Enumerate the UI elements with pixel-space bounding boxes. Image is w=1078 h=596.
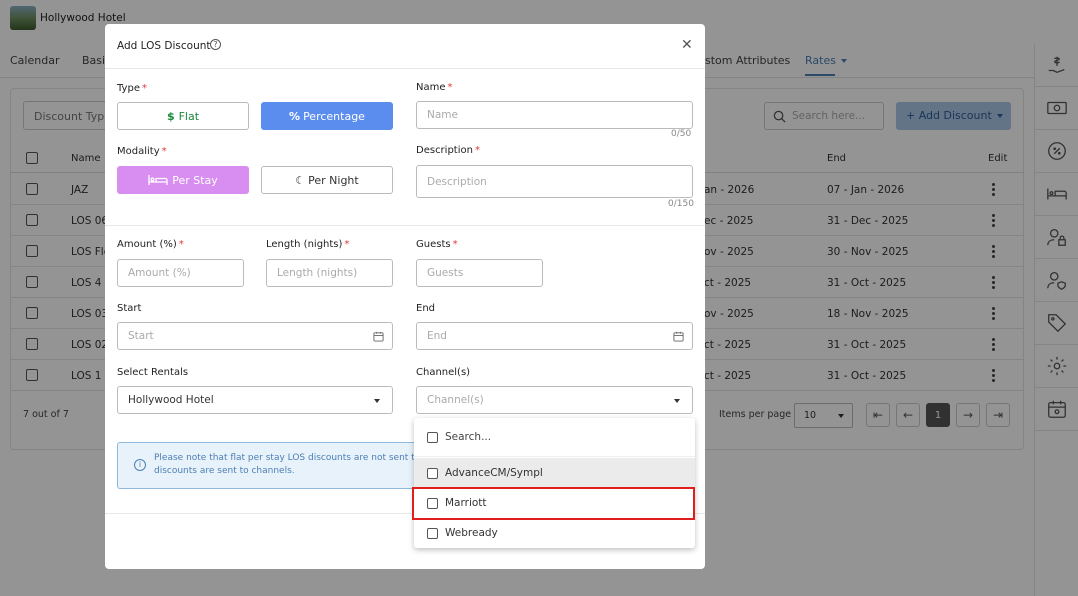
end-placeholder: End — [427, 330, 447, 342]
per-night-label: Per Night — [308, 173, 359, 187]
start-label: Start — [117, 303, 142, 314]
name-label: Name * — [416, 82, 453, 93]
option-checkbox[interactable] — [427, 468, 438, 479]
select-all-channels-checkbox[interactable] — [427, 432, 438, 443]
bed-icon — [148, 175, 168, 185]
channels-label: Channel(s) — [416, 367, 471, 378]
marriott-highlight-box — [412, 487, 695, 520]
section-divider — [105, 225, 705, 226]
percent-icon: % — [289, 109, 301, 123]
info-notice: i Please note that flat per stay LOS dis… — [117, 442, 427, 489]
start-date-input[interactable]: Start — [117, 322, 393, 350]
percentage-label: Percentage — [303, 109, 365, 123]
modal-header: Add LOS Discount ? ✕ — [105, 24, 705, 69]
amount-label-text: Amount (%) — [117, 239, 177, 250]
guests-input[interactable]: Guests — [416, 259, 543, 287]
dropdown-search-row: Search... — [414, 418, 695, 457]
option-label: Webready — [445, 527, 498, 539]
description-counter: 0/150 — [668, 199, 694, 209]
rentals-value: Hollywood Hotel — [128, 394, 214, 406]
moon-icon: ☾ — [295, 173, 306, 187]
dropdown-search-input[interactable]: Search... — [445, 431, 491, 443]
per-stay-label: Per Stay — [172, 173, 218, 187]
dollar-icon: $ — [166, 109, 175, 123]
rentals-select[interactable]: Hollywood Hotel — [117, 386, 393, 414]
type-label-text: Type — [117, 83, 140, 94]
channel-option-advancecm[interactable]: AdvanceCM/Sympl — [414, 458, 695, 488]
guests-label-text: Guests — [416, 239, 451, 250]
length-label-text: Length (nights) — [266, 239, 343, 250]
start-placeholder: Start — [128, 330, 154, 342]
modality-label-text: Modality — [117, 146, 160, 157]
chevron-down-icon — [674, 399, 680, 403]
percentage-button[interactable]: % Percentage — [261, 102, 393, 130]
channel-option-webready[interactable]: Webready — [414, 518, 695, 548]
chevron-down-icon — [374, 399, 380, 403]
info-icon: i — [134, 459, 146, 471]
name-label-text: Name — [416, 82, 446, 93]
guests-label: Guests * — [416, 239, 458, 250]
channels-dropdown: Search... AdvanceCM/Sympl Marriott Webre… — [414, 418, 695, 548]
description-label: Description * — [416, 145, 480, 156]
length-label: Length (nights) * — [266, 239, 350, 250]
end-label: End — [416, 303, 436, 314]
rentals-label: Select Rentals — [117, 367, 189, 378]
type-label: Type * — [117, 83, 147, 94]
modality-label: Modality * — [117, 146, 167, 157]
name-input[interactable]: Name — [416, 101, 693, 129]
option-checkbox[interactable] — [427, 528, 438, 539]
amount-input[interactable]: Amount (%) — [117, 259, 244, 287]
calendar-icon — [673, 331, 684, 342]
per-stay-button[interactable]: Per Stay — [117, 166, 249, 194]
channels-placeholder: Channel(s) — [427, 394, 484, 406]
modal-title: Add LOS Discount — [117, 40, 211, 52]
calendar-icon — [373, 331, 384, 342]
description-input[interactable]: Description — [416, 165, 693, 198]
flat-label: Flat — [178, 109, 200, 123]
length-input[interactable]: Length (nights) — [266, 259, 393, 287]
end-date-input[interactable]: End — [416, 322, 693, 350]
description-label-text: Description — [416, 145, 473, 156]
info-text: Please note that flat per stay LOS disco… — [154, 452, 426, 478]
per-night-button[interactable]: ☾ Per Night — [261, 166, 393, 194]
name-counter: 0/50 — [671, 129, 692, 139]
info-line-2: discounts are sent to channels. — [154, 466, 295, 476]
flat-button[interactable]: $ Flat — [117, 102, 249, 130]
help-icon[interactable]: ? — [210, 39, 221, 50]
info-line-1: Please note that flat per stay LOS disco… — [154, 453, 421, 463]
amount-label: Amount (%) * — [117, 239, 184, 250]
channels-select[interactable]: Channel(s) — [416, 386, 693, 414]
close-icon[interactable]: ✕ — [681, 38, 693, 52]
option-label: AdvanceCM/Sympl — [445, 467, 543, 479]
